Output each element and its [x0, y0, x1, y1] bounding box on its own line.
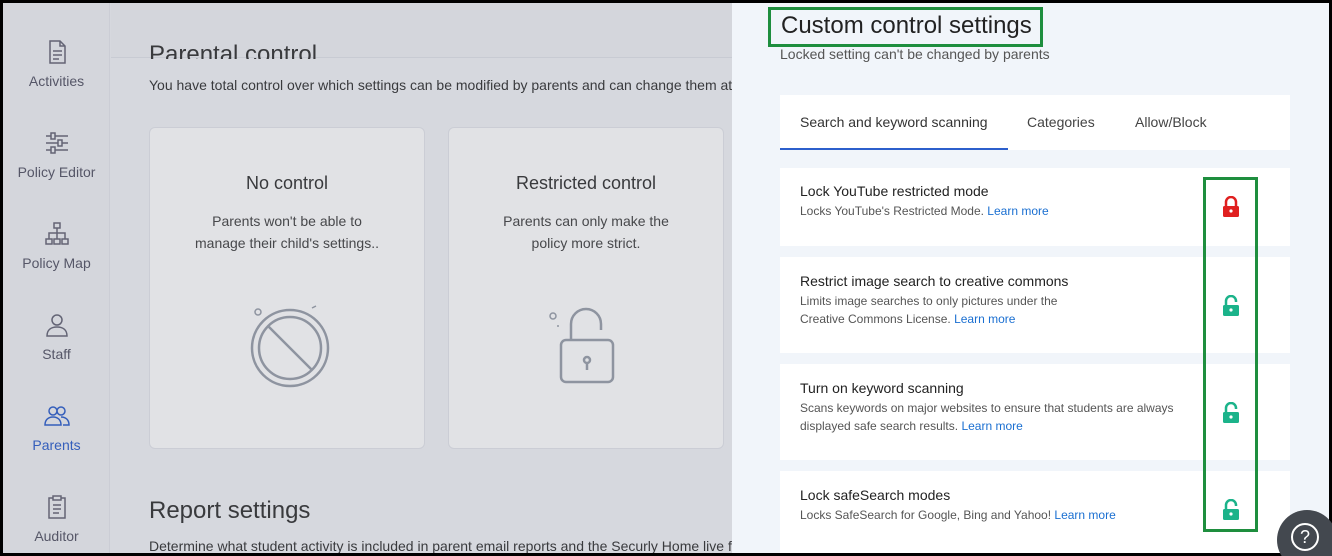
setting-title: Lock safeSearch modes — [800, 487, 951, 503]
panel-subtitle: Locked setting can't be changed by paren… — [780, 46, 1050, 62]
learn-more-link[interactable]: Learn more — [1054, 508, 1115, 522]
learn-more-link[interactable]: Learn more — [954, 312, 1015, 326]
tab-bar: Search and keyword scanning Categories A… — [780, 95, 1290, 150]
learn-more-link[interactable]: Learn more — [987, 204, 1048, 218]
learn-more-link[interactable]: Learn more — [961, 419, 1022, 433]
help-icon: ? — [1291, 523, 1319, 551]
tab-categories[interactable]: Categories — [1027, 95, 1095, 150]
app-frame: Activities Policy Editor Policy Map Staf… — [3, 3, 1329, 553]
lock-column-highlight — [1203, 177, 1258, 532]
setting-title: Restrict image search to creative common… — [800, 273, 1069, 289]
tab-search-keyword-scanning[interactable]: Search and keyword scanning — [780, 95, 1008, 150]
setting-description: Locks SafeSearch for Google, Bing and Ya… — [800, 508, 1116, 522]
tab-allow-block[interactable]: Allow/Block — [1135, 95, 1207, 150]
setting-title: Lock YouTube restricted mode — [800, 183, 989, 199]
setting-title: Turn on keyword scanning — [800, 380, 964, 396]
setting-description: Scans keywords on major websites to ensu… — [800, 401, 1174, 433]
setting-description: Locks YouTube's Restricted Mode. Learn m… — [800, 204, 1049, 218]
setting-description: Limits image searches to only pictures u… — [800, 294, 1058, 326]
panel-title: Custom control settings — [768, 7, 1043, 47]
